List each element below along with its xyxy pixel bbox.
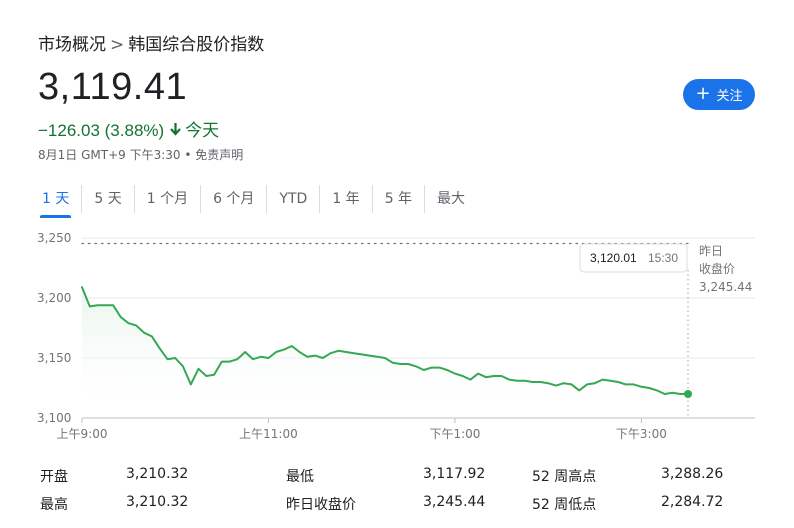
arrow-down-icon bbox=[170, 121, 181, 141]
previous-close-value: 3,245.44 bbox=[699, 280, 752, 294]
stat-value-52w-high: 3,288.26 bbox=[661, 466, 724, 482]
tooltip-value: 3,120.01 bbox=[590, 251, 637, 265]
follow-button-label: 关注 bbox=[716, 89, 743, 104]
previous-close-label: 昨日 bbox=[699, 244, 723, 258]
price-area bbox=[82, 287, 688, 418]
quote-meta: 8月1日 GMT+9 下午3:30 • 免责声明 bbox=[38, 148, 244, 162]
stat-value-low: 3,117.92 bbox=[423, 466, 486, 482]
price-change-period: 今天 bbox=[185, 121, 220, 141]
tab-5-days[interactable]: 5 天 bbox=[81, 185, 133, 213]
breadcrumb: 市场概况 > 韩国综合股价指数 bbox=[38, 30, 264, 55]
stat-value-52w-low: 2,284.72 bbox=[661, 494, 724, 510]
stat-label-open: 开盘 bbox=[40, 469, 68, 485]
tab-max[interactable]: 最大 bbox=[424, 185, 477, 213]
x-tick-label: 上午11:00 bbox=[239, 427, 298, 441]
y-tick-label: 3,100 bbox=[37, 411, 71, 425]
stat-label-52w-low: 52 周低点 bbox=[532, 497, 597, 513]
y-tick-label: 3,200 bbox=[37, 291, 71, 305]
x-tick-label: 上午9:00 bbox=[57, 427, 108, 441]
y-tick-label: 3,150 bbox=[37, 351, 71, 365]
tab-6-months[interactable]: 6 个月 bbox=[200, 185, 266, 213]
y-tick-label: 3,250 bbox=[37, 231, 71, 245]
stat-value-prev-close: 3,245.44 bbox=[423, 494, 486, 510]
price-change-value: −126.03 (3.88%) bbox=[38, 121, 165, 140]
stat-label-low: 最低 bbox=[286, 469, 314, 485]
stat-value-open: 3,210.32 bbox=[126, 466, 189, 482]
tooltip-time: 15:30 bbox=[648, 251, 678, 265]
stat-value-high: 3,210.32 bbox=[126, 494, 189, 510]
stat-label-high: 最高 bbox=[40, 497, 68, 513]
stat-label-52w-high: 52 周高点 bbox=[532, 469, 597, 485]
plus-icon: + bbox=[695, 82, 711, 104]
hover-point[interactable] bbox=[684, 389, 692, 398]
x-tick-label: 下午3:00 bbox=[616, 427, 667, 441]
tab-1-year[interactable]: 1 年 bbox=[319, 185, 371, 213]
breadcrumb-parent-link[interactable]: 市场概况 bbox=[38, 35, 106, 55]
tab-5-years[interactable]: 5 年 bbox=[371, 185, 424, 213]
tab-1-day[interactable]: 1 天 bbox=[30, 185, 81, 218]
previous-close-label: 收盘价 bbox=[699, 261, 735, 276]
current-price: 3,119.41 bbox=[38, 66, 188, 108]
tab-ytd[interactable]: YTD bbox=[266, 185, 319, 213]
price-change: −126.03 (3.88%) 今天 bbox=[38, 116, 219, 141]
page-title: 韩国综合股价指数 bbox=[128, 35, 265, 55]
price-chart[interactable]: 3,250 3,200 3,150 3,100 上午9:00 上午11:00 下午1:00 下… bbox=[0, 225, 794, 455]
breadcrumb-separator: > bbox=[110, 35, 125, 55]
time-range-tabs: 1 天 5 天 1 个月 6 个月 YTD 1 年 5 年 最大 bbox=[30, 183, 477, 218]
stat-label-prev-close: 昨日收盘价 bbox=[286, 497, 356, 513]
tab-1-month[interactable]: 1 个月 bbox=[133, 185, 200, 213]
follow-button[interactable]: + 关注 bbox=[683, 79, 755, 110]
x-tick-label: 下午1:00 bbox=[429, 427, 480, 441]
